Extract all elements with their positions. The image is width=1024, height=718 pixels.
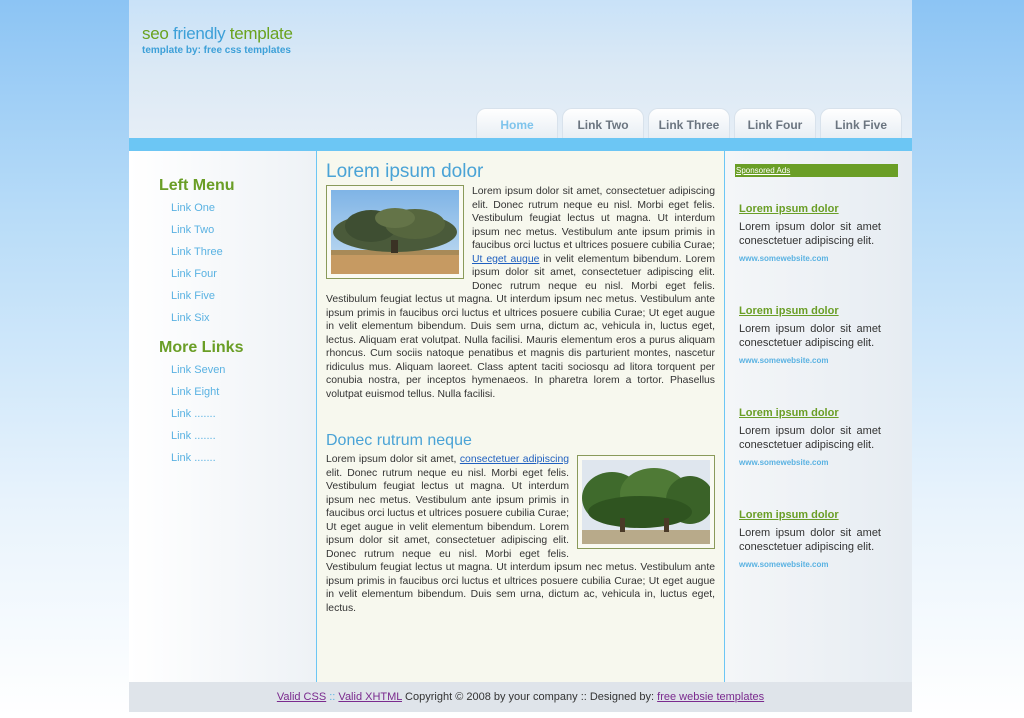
left-menu-link[interactable]: Link One [171, 202, 215, 214]
article-1-text-a: Lorem ipsum dolor sit amet, consectetuer… [472, 186, 715, 251]
site-subtitle: template by: free css templates [142, 45, 291, 56]
left-menu-heading: Left Menu [159, 177, 235, 194]
article-2-body: Lorem ipsum dolor sit amet, consectetuer… [326, 453, 715, 615]
footer-separator: :: [326, 691, 339, 703]
article-2-text-a: Lorem ipsum dolor sit amet, [326, 454, 460, 465]
right-sidebar: Sponsored Ads Lorem ipsum dolor Lorem ip… [725, 151, 912, 682]
more-links-link[interactable]: Link Seven [171, 364, 225, 376]
top-nav: Home Link Two Link Three Link Four Link … [476, 108, 902, 138]
more-links-link[interactable]: Link Eight [171, 386, 219, 398]
valid-xhtml-link[interactable]: Valid XHTML [338, 691, 402, 703]
ad-title[interactable]: Lorem ipsum dolor [739, 509, 881, 521]
valid-css-link[interactable]: Valid CSS [277, 691, 326, 703]
article-2-title: Donec rutrum neque [326, 432, 472, 449]
nav-tab-link-three[interactable]: Link Three [648, 108, 730, 138]
site-logo[interactable]: seo friendly template [142, 24, 293, 44]
article-1-title: Lorem ipsum dolor [326, 161, 484, 182]
more-links-link[interactable]: Link ....... [171, 452, 216, 464]
article-1-photo [326, 185, 464, 279]
ad-title[interactable]: Lorem ipsum dolor [739, 305, 881, 317]
nav-tab-link-four[interactable]: Link Four [734, 108, 816, 138]
ad-url[interactable]: www.somewebsite.com [739, 458, 881, 467]
ad-block: Lorem ipsum dolor Lorem ipsum dolor sit … [739, 203, 881, 263]
more-links-link[interactable]: Link ....... [171, 430, 216, 442]
page: seo friendly template template by: free … [129, 0, 912, 712]
article-1-body: Lorem ipsum dolor sit amet, consectetuer… [326, 185, 715, 401]
ad-block: Lorem ipsum dolor Lorem ipsum dolor sit … [739, 407, 881, 467]
more-links-link[interactable]: Link ....... [171, 408, 216, 420]
sponsored-ads-header[interactable]: Sponsored Ads [735, 164, 898, 177]
left-menu-link[interactable]: Link Six [171, 312, 210, 324]
more-links-heading: More Links [159, 339, 244, 356]
ad-title[interactable]: Lorem ipsum dolor [739, 407, 881, 419]
article-2-inline-link[interactable]: consectetuer adipiscing [460, 454, 569, 465]
copyright-text: Copyright © 2008 by your company :: Desi… [402, 691, 658, 703]
logo-word-1: seo [142, 24, 169, 43]
nav-tab-home[interactable]: Home [476, 108, 558, 138]
header-divider-bar [129, 138, 912, 151]
header: seo friendly template template by: free … [129, 0, 912, 138]
left-menu-link[interactable]: Link Two [171, 224, 214, 236]
left-sidebar: Left Menu Link One Link Two Link Three L… [129, 151, 316, 682]
logo-word-3: template [229, 24, 293, 43]
logo-word-2: friendly [172, 24, 226, 43]
designer-link[interactable]: free websie templates [657, 691, 764, 703]
left-menu-link[interactable]: Link Five [171, 290, 215, 302]
ad-text: Lorem ipsum dolor sit amet conesctetuer … [739, 323, 881, 349]
article-2-photo [577, 455, 715, 549]
ad-text: Lorem ipsum dolor sit amet conesctetuer … [739, 221, 881, 247]
footer: Valid CSS :: Valid XHTML Copyright © 200… [129, 682, 912, 712]
ad-url[interactable]: www.somewebsite.com [739, 356, 881, 365]
left-menu-link[interactable]: Link Four [171, 268, 217, 280]
nav-tab-link-five[interactable]: Link Five [820, 108, 902, 138]
ad-text: Lorem ipsum dolor sit amet conesctetuer … [739, 527, 881, 553]
ad-url[interactable]: www.somewebsite.com [739, 560, 881, 569]
ad-title[interactable]: Lorem ipsum dolor [739, 203, 881, 215]
nav-tab-link-two[interactable]: Link Two [562, 108, 644, 138]
ad-url[interactable]: www.somewebsite.com [739, 254, 881, 263]
ad-text: Lorem ipsum dolor sit amet conesctetuer … [739, 425, 881, 451]
ad-block: Lorem ipsum dolor Lorem ipsum dolor sit … [739, 509, 881, 569]
main-content: Lorem ipsum dolor Lorem ipsum dolor sit … [316, 151, 725, 682]
ad-block: Lorem ipsum dolor Lorem ipsum dolor sit … [739, 305, 881, 365]
article-1-inline-link[interactable]: Ut eget augue [472, 254, 539, 265]
left-menu-link[interactable]: Link Three [171, 246, 223, 258]
